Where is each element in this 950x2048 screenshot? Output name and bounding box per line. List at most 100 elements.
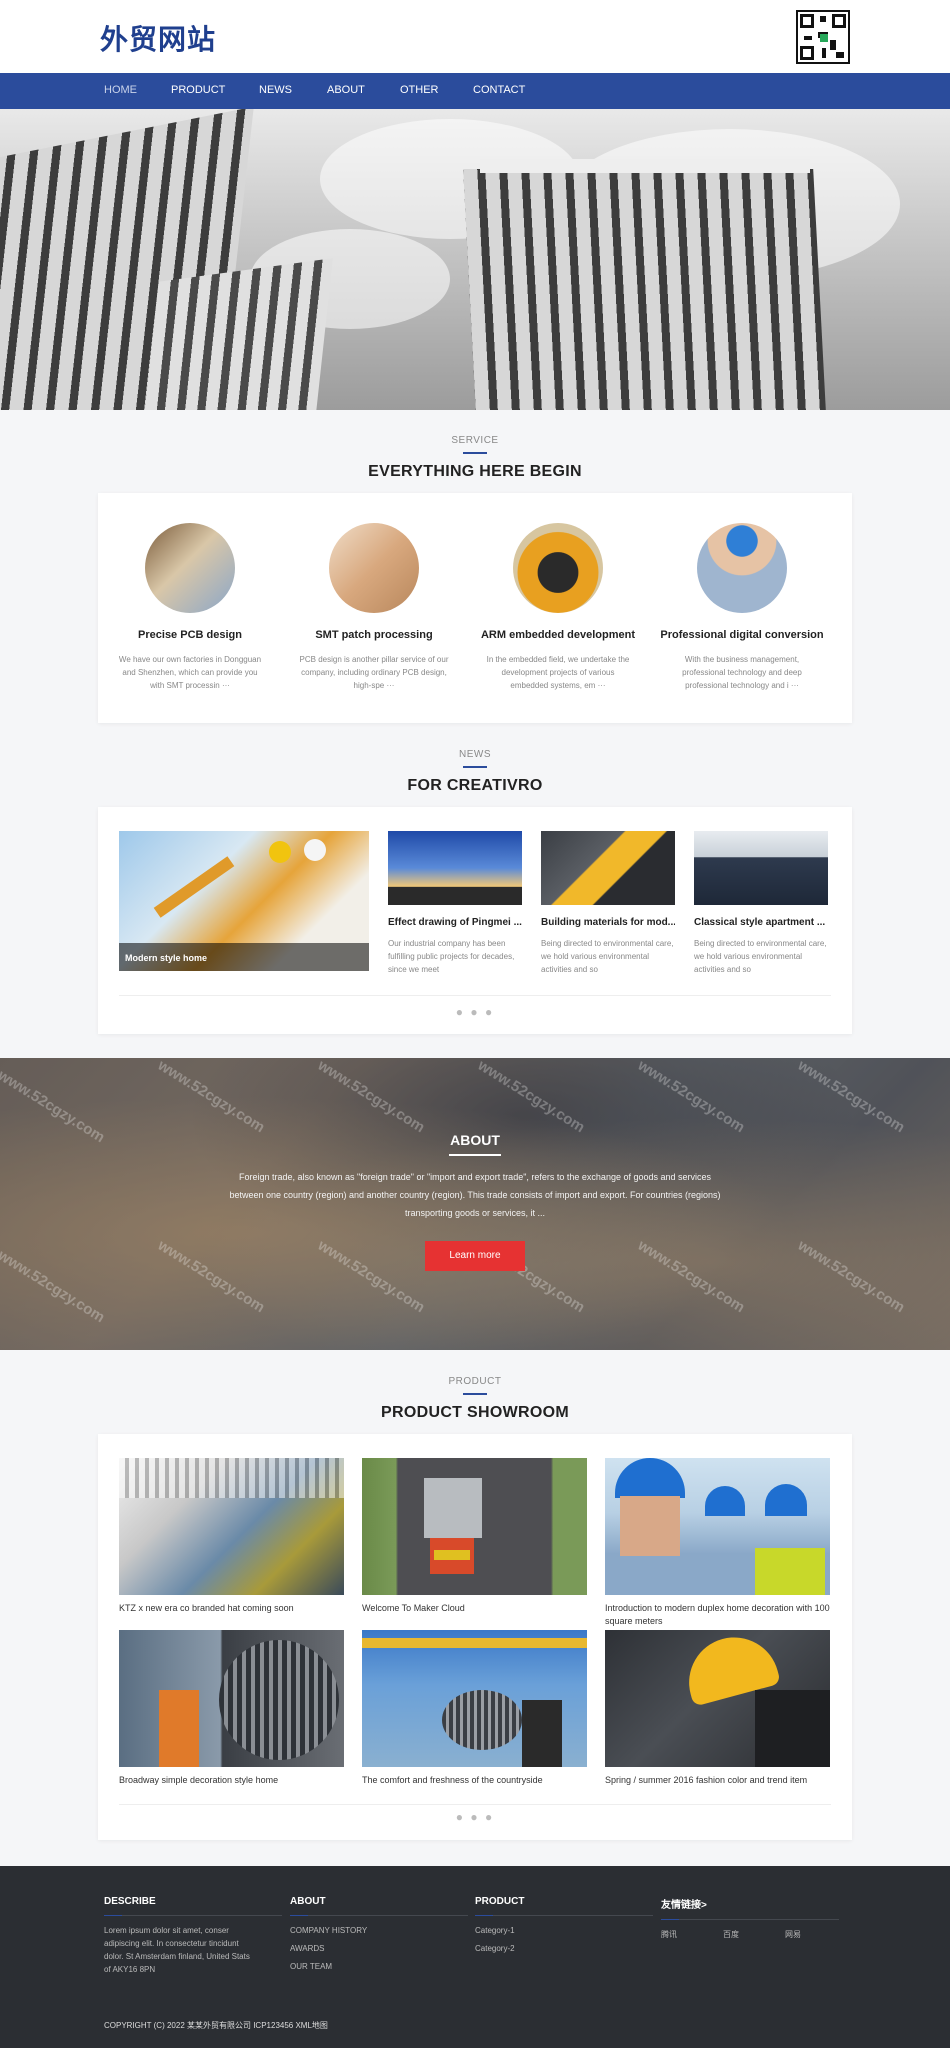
news-title: FOR CREATIVRO xyxy=(407,777,543,794)
footer-link[interactable]: OUR TEAM xyxy=(290,1960,468,1973)
service-item[interactable]: Precise PCB design We have our own facto… xyxy=(98,493,282,692)
footer-link[interactable]: COMPANY HISTORY xyxy=(290,1924,468,1937)
footer-about-title: ABOUT xyxy=(290,1896,326,1907)
product-card: KTZ x new era co branded hat coming soon… xyxy=(98,1434,852,1840)
product-image xyxy=(362,1630,587,1767)
nav-contact[interactable]: CONTACT xyxy=(473,84,525,96)
service-image xyxy=(513,523,603,613)
product-caption[interactable]: The comfort and freshness of the country… xyxy=(362,1774,587,1787)
service-item[interactable]: ARM embedded development In the embedded… xyxy=(466,493,650,692)
product-caption[interactable]: Spring / summer 2016 fashion color and t… xyxy=(605,1774,830,1787)
news-featured-caption: Modern style home xyxy=(125,953,208,963)
nav-news[interactable]: NEWS xyxy=(259,84,292,96)
product-caption[interactable]: Welcome To Maker Cloud xyxy=(362,1602,587,1615)
news-item[interactable]: Effect drawing of Pingmei ... Our indust… xyxy=(388,831,522,976)
news-item-image xyxy=(541,831,675,905)
footer-product-title: PRODUCT xyxy=(475,1896,525,1907)
service-image xyxy=(329,523,419,613)
footer-link[interactable]: 腾讯 xyxy=(661,1928,677,1941)
about-section: www.52cgzy.com www.52cgzy.com www.52cgzy… xyxy=(0,1058,950,1350)
nav-product[interactable]: PRODUCT xyxy=(171,84,225,96)
learn-more-button[interactable]: Learn more xyxy=(425,1241,525,1271)
footer-link[interactable]: Category-2 xyxy=(475,1942,653,1955)
product-divider xyxy=(463,1393,487,1395)
nav-other[interactable]: OTHER xyxy=(400,84,439,96)
news-heading: NEWS FOR CREATIVRO xyxy=(0,749,950,795)
service-image xyxy=(697,523,787,613)
about-title: ABOUT xyxy=(450,1132,500,1148)
nav-about[interactable]: ABOUT xyxy=(327,84,365,96)
site-logo[interactable]: 外贸网站 xyxy=(100,18,216,58)
service-image xyxy=(145,523,235,613)
news-item-image xyxy=(388,831,522,905)
product-caption[interactable]: Broadway simple decoration style home xyxy=(119,1774,344,1787)
product-item[interactable]: Welcome To Maker Cloud xyxy=(362,1458,587,1615)
footer-friends: 友情链接> 腾讯 百度 网易 xyxy=(661,1896,839,1942)
product-caption[interactable]: KTZ x new era co branded hat coming soon xyxy=(119,1602,344,1615)
product-title: PRODUCT SHOWROOM xyxy=(381,1404,569,1421)
product-heading: PRODUCT PRODUCT SHOWROOM xyxy=(0,1376,950,1422)
product-pagination[interactable]: ● ● ● xyxy=(98,1810,852,1824)
footer-link[interactable]: 百度 xyxy=(723,1928,739,1941)
service-item[interactable]: SMT patch processing PCB design is anoth… xyxy=(282,493,466,692)
service-item-title[interactable]: SMT patch processing xyxy=(282,629,466,641)
product-item[interactable]: Spring / summer 2016 fashion color and t… xyxy=(605,1630,830,1787)
news-item[interactable]: Building materials for mod... Being dire… xyxy=(541,831,675,976)
service-subtitle: SERVICE xyxy=(451,435,499,446)
service-item-title[interactable]: Precise PCB design xyxy=(98,629,282,641)
product-image xyxy=(119,1630,344,1767)
about-divider xyxy=(449,1154,501,1156)
news-card: Modern style home Effect drawing of Ping… xyxy=(98,807,852,1034)
site-header: 外贸网站 xyxy=(0,0,950,73)
service-item-desc: In the embedded field, we undertake the … xyxy=(486,655,630,690)
news-divider-line xyxy=(119,995,831,996)
service-divider xyxy=(463,452,487,454)
footer-describe-text: Lorem ipsum dolor sit amet, conser adipi… xyxy=(104,1926,250,1974)
footer-link[interactable]: Category-1 xyxy=(475,1924,653,1937)
news-item[interactable]: Classical style apartment ... Being dire… xyxy=(694,831,828,976)
footer-describe: DESCRIBE Lorem ipsum dolor sit amet, con… xyxy=(104,1896,282,1976)
footer-friends-title: 友情链接> xyxy=(661,1900,707,1911)
news-item-desc: Being directed to environmental care, we… xyxy=(694,939,827,974)
main-nav: HOME PRODUCT NEWS ABOUT OTHER CONTACT xyxy=(0,73,950,109)
product-subtitle: PRODUCT xyxy=(448,1376,502,1387)
service-item-desc: With the business management, profession… xyxy=(682,655,802,690)
news-item-image xyxy=(694,831,828,905)
news-featured-image[interactable]: Modern style home xyxy=(119,831,369,971)
footer-describe-title: DESCRIBE xyxy=(104,1896,156,1907)
service-card: Precise PCB design We have our own facto… xyxy=(98,493,852,723)
news-subtitle: NEWS xyxy=(459,749,491,760)
news-pagination[interactable]: ● ● ● xyxy=(98,1005,852,1019)
product-item[interactable]: KTZ x new era co branded hat coming soon xyxy=(119,1458,344,1615)
product-item[interactable]: The comfort and freshness of the country… xyxy=(362,1630,587,1787)
product-image xyxy=(605,1458,830,1595)
hero-banner-image xyxy=(0,109,950,410)
site-footer: DESCRIBE Lorem ipsum dolor sit amet, con… xyxy=(0,1866,950,2048)
footer-link[interactable]: 网易 xyxy=(785,1928,801,1941)
product-image xyxy=(362,1458,587,1595)
news-item-title[interactable]: Classical style apartment ... xyxy=(694,917,828,928)
footer-about: ABOUT COMPANY HISTORY AWARDS OUR TEAM xyxy=(290,1896,468,1978)
product-image xyxy=(605,1630,830,1767)
product-caption[interactable]: Introduction to modern duplex home decor… xyxy=(605,1602,830,1628)
nav-home[interactable]: HOME xyxy=(104,84,137,96)
footer-product: PRODUCT Category-1 Category-2 xyxy=(475,1896,653,1960)
service-item[interactable]: Professional digital conversion With the… xyxy=(650,493,834,692)
service-heading: SERVICE EVERYTHING HERE BEGIN xyxy=(0,435,950,481)
product-item[interactable]: Introduction to modern duplex home decor… xyxy=(605,1458,830,1628)
service-item-desc: We have our own factories in Dongguan an… xyxy=(118,655,262,690)
copyright: COPYRIGHT (C) 2022 某某外贸有限公司 ICP123456 XM… xyxy=(104,2021,328,2030)
about-text: Foreign trade, also known as "foreign tr… xyxy=(229,1172,721,1218)
product-image xyxy=(119,1458,344,1595)
service-item-title[interactable]: Professional digital conversion xyxy=(650,629,834,641)
news-item-title[interactable]: Effect drawing of Pingmei ... xyxy=(388,917,522,928)
service-item-title[interactable]: ARM embedded development xyxy=(466,629,650,641)
footer-link[interactable]: AWARDS xyxy=(290,1942,468,1955)
product-divider-line xyxy=(119,1804,831,1805)
news-item-desc: Our industrial company has been fulfilli… xyxy=(388,939,515,974)
qr-code-icon xyxy=(796,10,850,64)
news-item-title[interactable]: Building materials for mod... xyxy=(541,917,675,928)
news-item-desc: Being directed to environmental care, we… xyxy=(541,939,674,974)
service-item-desc: PCB design is another pillar service of … xyxy=(299,655,449,690)
product-item[interactable]: Broadway simple decoration style home xyxy=(119,1630,344,1787)
